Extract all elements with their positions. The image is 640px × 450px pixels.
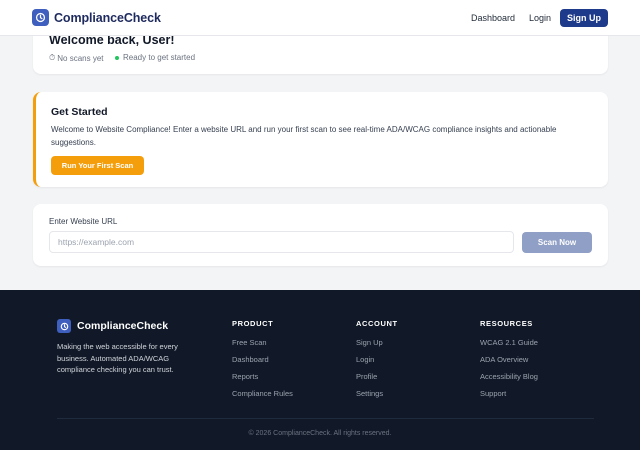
clock-icon bbox=[57, 319, 71, 333]
footer-column-title: RESOURCES bbox=[480, 319, 533, 328]
footer-column-account: ACCOUNT Sign Up Login Profile Settings bbox=[356, 319, 398, 406]
scan-now-button[interactable]: Scan Now bbox=[522, 232, 592, 253]
url-label: Enter Website URL bbox=[49, 217, 118, 226]
footer-divider bbox=[57, 418, 594, 419]
get-started-description: Welcome to Website Compliance! Enter a w… bbox=[51, 125, 557, 147]
footer-column-product: PRODUCT Free Scan Dashboard Reports Comp… bbox=[232, 319, 293, 406]
footer-link-login[interactable]: Login bbox=[356, 355, 398, 372]
footer-brand-name: ComplianceCheck bbox=[77, 320, 169, 332]
scan-status: ⏱ No scans yet bbox=[49, 53, 104, 63]
footer-column-title: PRODUCT bbox=[232, 319, 274, 328]
footer-link-ada-overview[interactable]: ADA Overview bbox=[480, 355, 538, 372]
clock-icon bbox=[32, 9, 49, 26]
footer-link-free-scan[interactable]: Free Scan bbox=[232, 338, 293, 355]
nav-link-login[interactable]: Login bbox=[529, 13, 551, 23]
ready-status-text: Ready to get started bbox=[123, 53, 196, 62]
footer-description: Making the web accessible for every busi… bbox=[57, 342, 178, 374]
url-scan-card: Enter Website URL Scan Now bbox=[33, 204, 608, 266]
footer-link-accessibility-blog[interactable]: Accessibility Blog bbox=[480, 372, 538, 389]
footer-link-sign-up[interactable]: Sign Up bbox=[356, 338, 398, 355]
footer-link-reports[interactable]: Reports bbox=[232, 372, 293, 389]
footer-brand: ComplianceCheck bbox=[57, 319, 168, 333]
brand-name: ComplianceCheck bbox=[54, 10, 161, 25]
footer: ComplianceCheck Making the web accessibl… bbox=[0, 290, 640, 450]
footer-column-title: ACCOUNT bbox=[356, 319, 398, 328]
footer-link-support[interactable]: Support bbox=[480, 389, 538, 406]
footer-column-resources: RESOURCES WCAG 2.1 Guide ADA Overview Ac… bbox=[480, 319, 538, 406]
run-first-scan-button[interactable]: Run Your First Scan bbox=[51, 156, 144, 175]
get-started-title: Get Started bbox=[51, 106, 108, 118]
footer-copyright: © 2026 ComplianceCheck. All rights reser… bbox=[248, 430, 392, 437]
footer-link-profile[interactable]: Profile bbox=[356, 372, 398, 389]
stopwatch-icon: ⏱ bbox=[49, 53, 56, 62]
signup-button[interactable]: Sign Up bbox=[560, 9, 608, 27]
footer-link-compliance-rules[interactable]: Compliance Rules bbox=[232, 389, 293, 406]
scan-status-text: No scans yet bbox=[57, 53, 104, 63]
ready-status: Ready to get started bbox=[115, 53, 195, 62]
nav-link-dashboard[interactable]: Dashboard bbox=[471, 13, 515, 23]
top-navbar: ComplianceCheck Dashboard Login Sign Up bbox=[0, 0, 640, 36]
website-url-input[interactable] bbox=[49, 231, 514, 253]
brand-logo-link[interactable]: ComplianceCheck bbox=[32, 9, 161, 26]
get-started-card: Get Started Welcome to Website Complianc… bbox=[33, 92, 608, 187]
footer-link-settings[interactable]: Settings bbox=[356, 389, 398, 406]
footer-link-wcag-guide[interactable]: WCAG 2.1 Guide bbox=[480, 338, 538, 355]
footer-link-dashboard[interactable]: Dashboard bbox=[232, 355, 293, 372]
green-dot-icon bbox=[115, 55, 119, 60]
